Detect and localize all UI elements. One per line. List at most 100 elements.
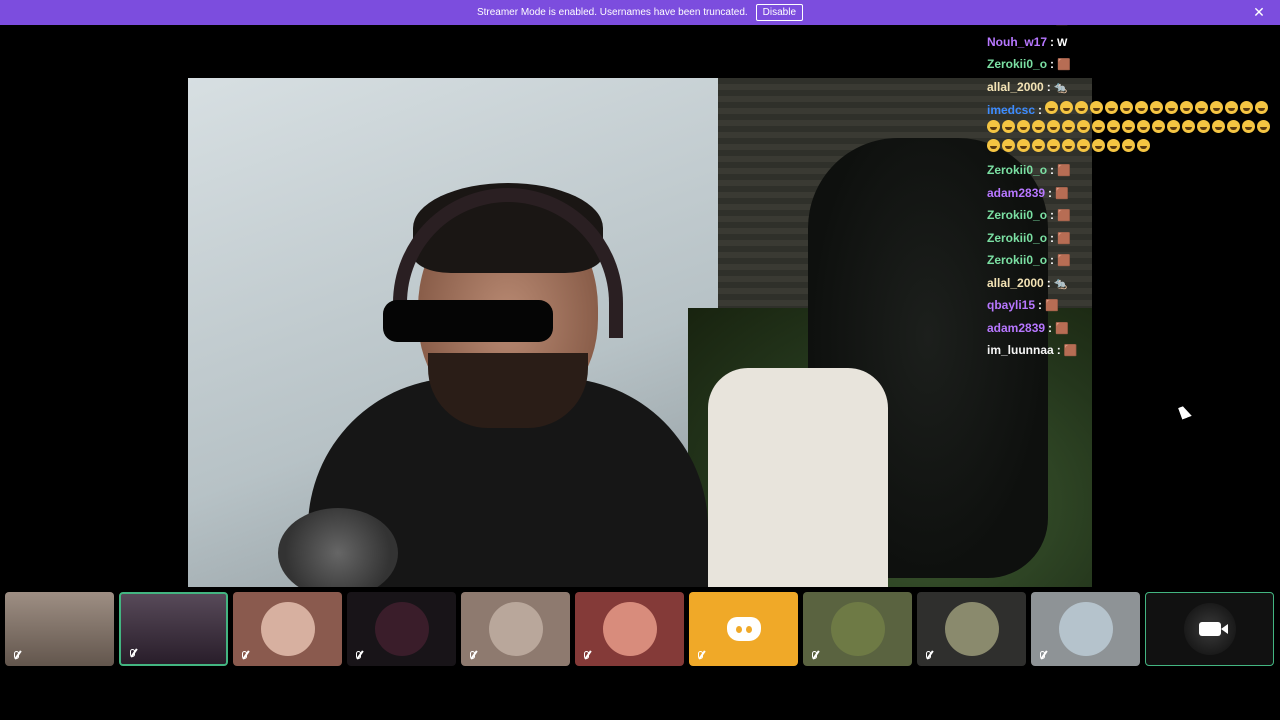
disable-streamer-mode-button[interactable]: Disable xyxy=(755,4,804,21)
participant-avatar xyxy=(602,602,657,656)
laughing-emoji-icon xyxy=(1092,139,1105,152)
chat-emote-icon: 🟫 xyxy=(1057,165,1071,177)
laughing-emoji-icon xyxy=(1227,120,1240,133)
muted-microphone-icon xyxy=(128,647,140,659)
participant-tile[interactable] xyxy=(5,592,114,666)
muted-microphone-icon xyxy=(1038,649,1050,661)
laughing-emoji-icon xyxy=(1167,120,1180,133)
chat-separator: : xyxy=(1038,298,1043,312)
laughing-emoji-icon xyxy=(987,120,1000,133)
muted-microphone-icon xyxy=(468,649,480,661)
muted-microphone-icon xyxy=(354,649,366,661)
video-sunglasses xyxy=(383,300,553,342)
chat-username[interactable]: adam2839 xyxy=(987,186,1045,200)
chat-message: Zerokii0_o: 🟫 xyxy=(987,250,1277,273)
laughing-emoji-icon xyxy=(1017,120,1030,133)
chat-separator: : xyxy=(1046,275,1051,290)
laughing-emoji-icon xyxy=(1122,139,1135,152)
laughing-emoji-icon xyxy=(1180,101,1194,114)
chat-message: qbayli15: 🟫 xyxy=(987,295,1277,318)
laughing-emoji-icon xyxy=(1120,101,1134,114)
muted-microphone-icon xyxy=(240,649,252,661)
chat-emote-icon: 🟫 xyxy=(1057,232,1071,245)
chat-username[interactable]: allal_2000 xyxy=(987,80,1044,94)
chat-username[interactable]: adam2839 xyxy=(987,321,1045,335)
chat-message: allal_2000: 🐀 xyxy=(987,273,1277,296)
participant-tile[interactable] xyxy=(803,592,912,666)
chat-username[interactable]: imedcsc xyxy=(987,103,1035,117)
laughing-emoji-icon xyxy=(1107,139,1120,152)
banner-message: Streamer Mode is enabled. Usernames have… xyxy=(476,7,748,18)
chat-message: Zerokii0_o: 🟫 xyxy=(987,54,1277,77)
streamer-mode-banner: Streamer Mode is enabled. Usernames have… xyxy=(0,0,1280,25)
camera-button[interactable] xyxy=(1183,603,1236,655)
laughing-emoji-icon xyxy=(1152,120,1165,133)
laughing-emoji-icon xyxy=(1122,120,1135,133)
laughing-emoji-icon xyxy=(1077,139,1090,152)
chat-message: imedcsc: xyxy=(987,99,1277,160)
participant-avatar xyxy=(260,602,315,656)
participant-tile[interactable] xyxy=(461,592,570,666)
chat-message: Nouh_w17: W xyxy=(987,32,1277,55)
chat-emote-icon: 🟫 xyxy=(1057,255,1071,267)
laughing-emoji-icon xyxy=(1195,101,1209,114)
participant-tile[interactable] xyxy=(347,592,456,666)
camera-toggle-tile[interactable] xyxy=(1145,592,1274,666)
chat-message: Zerokii0_o: 🟫 xyxy=(987,205,1277,228)
close-icon[interactable]: ✕ xyxy=(1252,5,1266,19)
chat-username[interactable]: Zerokii0_o xyxy=(987,57,1047,71)
participant-tile[interactable] xyxy=(917,592,1026,666)
chat-emote-icon: 🐀 xyxy=(1053,81,1068,94)
chat-emote-icon: 🟫 xyxy=(1063,345,1078,357)
participant-avatar xyxy=(944,602,999,656)
chat-username[interactable]: Nouh_w17 xyxy=(987,35,1047,49)
chat-message: allal_2000: 🐀 xyxy=(987,77,1277,100)
laughing-emoji-icon xyxy=(1032,139,1045,152)
laughing-emoji-icon xyxy=(1017,139,1030,152)
chat-message: Zerokii0_o: 🟫 xyxy=(987,160,1277,183)
laughing-emoji-icon xyxy=(1107,120,1120,133)
chat-overlay: adam2839:🟫Nouh_w17:WZerokii0_o:🟫allal_20… xyxy=(987,9,1277,363)
laughing-emoji-icon xyxy=(1047,139,1060,152)
laughing-emoji-icon xyxy=(1105,101,1119,114)
video-camera-icon xyxy=(1198,622,1228,636)
chat-separator: : xyxy=(1048,320,1053,335)
participant-tile[interactable] xyxy=(689,592,798,666)
laughing-emoji-icon xyxy=(1090,101,1104,114)
chat-username[interactable]: Zerokii0_o xyxy=(987,253,1047,267)
chat-separator: : xyxy=(1048,185,1053,200)
muted-microphone-icon xyxy=(12,649,24,661)
laughing-emoji-icon xyxy=(1240,101,1254,114)
laughing-emoji-icon xyxy=(1060,101,1074,114)
laughing-emoji-icon xyxy=(1135,101,1149,114)
laughing-emoji-icon xyxy=(1002,139,1015,152)
chat-username[interactable]: allal_2000 xyxy=(987,276,1044,290)
chat-separator: : xyxy=(1046,79,1051,94)
main-video-stream[interactable] xyxy=(188,78,1092,587)
chat-username[interactable]: Zerokii0_o xyxy=(987,231,1047,245)
chat-username[interactable]: im_luunnaa xyxy=(987,343,1054,357)
laughing-emoji-icon xyxy=(1045,101,1059,114)
laughing-emoji-icon xyxy=(1077,120,1090,133)
chat-separator: : xyxy=(1050,163,1055,177)
laughing-emoji-icon xyxy=(1210,101,1224,114)
chat-username[interactable]: qbayli15 xyxy=(987,298,1035,312)
participant-tile[interactable] xyxy=(233,592,342,666)
chat-message: adam2839:🟫 xyxy=(987,318,1277,341)
video-chair xyxy=(708,368,888,587)
laughing-emoji-icon xyxy=(1255,101,1269,114)
laughing-emoji-icon xyxy=(1092,120,1105,133)
mouse-cursor-icon xyxy=(1178,404,1192,420)
laughing-emoji-icon xyxy=(987,139,1000,152)
participant-tile[interactable] xyxy=(119,592,228,666)
laughing-emoji-icon xyxy=(1197,120,1210,133)
chat-emote-icon: 🟫 xyxy=(1055,187,1069,200)
participant-tile[interactable] xyxy=(575,592,684,666)
chat-username[interactable]: Zerokii0_o xyxy=(987,163,1047,177)
laughing-emoji-icon xyxy=(1032,120,1045,133)
chat-username[interactable]: Zerokii0_o xyxy=(987,208,1047,222)
laughing-emoji-icon xyxy=(1137,139,1150,152)
participant-avatar xyxy=(830,602,885,656)
participant-tile[interactable] xyxy=(1031,592,1140,666)
chat-separator: : xyxy=(1038,103,1043,117)
